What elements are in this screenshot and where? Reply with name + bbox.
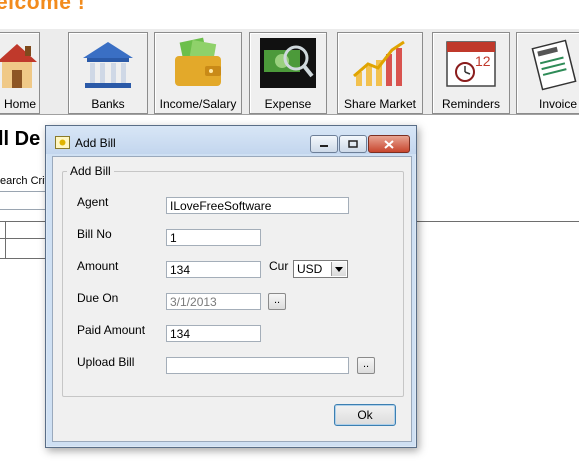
bill-no-label: Bill No: [77, 227, 112, 241]
grid-col-line: [5, 221, 6, 259]
bill-no-input[interactable]: 1: [166, 229, 261, 246]
share-market-button[interactable]: Share Market: [337, 32, 423, 114]
banks-button[interactable]: Banks: [68, 32, 148, 114]
close-button[interactable]: [368, 135, 410, 153]
income-salary-button-label: Income/Salary: [159, 97, 237, 111]
upload-bill-label: Upload Bill: [77, 355, 135, 369]
grid-row-line: [0, 258, 46, 259]
income-salary-button[interactable]: Income/Salary: [154, 32, 242, 114]
currency-value: USD: [297, 262, 323, 276]
invoice-button[interactable]: Invoice: [516, 32, 579, 114]
search-criteria-label: earch Crit: [0, 175, 48, 187]
house-icon: [0, 44, 37, 88]
paid-amount-label: Paid Amount: [77, 323, 146, 337]
invoice-icon: [531, 39, 577, 91]
date-picker-button[interactable]: ..: [268, 293, 286, 310]
reminders-button-label: Reminders: [441, 97, 501, 111]
currency-select[interactable]: USD: [293, 260, 348, 278]
browse-file-button[interactable]: ..: [357, 357, 375, 374]
agent-input[interactable]: ILoveFreeSoftware: [166, 197, 349, 214]
page-title: ll De: [0, 128, 41, 150]
minimize-icon: [320, 145, 328, 147]
welcome-heading: elcome !: [0, 0, 86, 14]
ok-button[interactable]: Ok: [334, 404, 396, 426]
due-on-label: Due On: [77, 291, 119, 305]
grid-header-line: [0, 238, 46, 239]
close-icon: [384, 139, 394, 149]
maximize-icon: [348, 140, 358, 148]
expense-button[interactable]: Expense: [249, 32, 327, 114]
home-button[interactable]: Home: [0, 32, 40, 114]
minimize-button[interactable]: [310, 135, 338, 153]
app-icon: [55, 136, 70, 149]
toolbar-divider: [0, 114, 579, 115]
currency-label: Cur: [269, 259, 289, 273]
add-bill-dialog: Add Bill Add Bill Agent ILoveFreeSoftwar…: [45, 125, 417, 448]
home-button-label: Home: [3, 97, 36, 111]
dialog-title-bar[interactable]: Add Bill: [46, 126, 416, 154]
maximize-button[interactable]: [339, 135, 367, 153]
dropdown-arrow-icon[interactable]: [331, 262, 346, 276]
money-magnifier-icon: [260, 38, 316, 88]
dialog-body: Add Bill Agent ILoveFreeSoftware Bill No…: [52, 156, 412, 442]
due-on-input[interactable]: 3/1/2013: [166, 293, 261, 310]
banks-button-label: Banks: [91, 97, 125, 111]
invoice-button-label: Invoice: [539, 97, 578, 111]
dialog-title: Add Bill: [75, 136, 116, 150]
paid-amount-input[interactable]: 134: [166, 325, 261, 342]
upload-bill-input[interactable]: [166, 357, 349, 374]
svg-text:12: 12: [475, 53, 491, 69]
expense-button-label: Expense: [264, 97, 312, 111]
amount-input[interactable]: 134: [166, 261, 261, 278]
agent-label: Agent: [77, 195, 109, 209]
wallet-icon: [175, 37, 221, 86]
stock-chart-icon: [353, 40, 405, 86]
amount-label: Amount: [77, 259, 119, 273]
share-market-button-label: Share Market: [343, 97, 417, 111]
calendar-clock-icon: 12: [446, 41, 496, 87]
reminders-button[interactable]: 12 Reminders: [432, 32, 510, 114]
bank-icon: [83, 42, 133, 88]
group-label: Add Bill: [67, 164, 114, 178]
